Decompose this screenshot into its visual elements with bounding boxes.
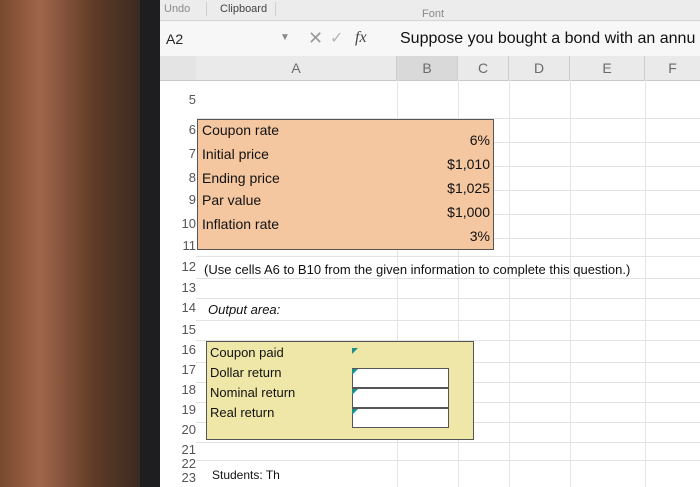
- row-header[interactable]: 7: [160, 146, 196, 161]
- input-label[interactable]: Coupon rate: [202, 122, 279, 138]
- input-value[interactable]: $1,010: [410, 156, 490, 172]
- column-header-e[interactable]: E: [570, 56, 645, 81]
- output-label[interactable]: Real return: [210, 405, 274, 420]
- row-header[interactable]: 21: [160, 442, 196, 457]
- column-header-f[interactable]: F: [645, 56, 700, 81]
- row-header[interactable]: 15: [160, 322, 196, 337]
- column-header-b[interactable]: B: [397, 56, 458, 81]
- input-label[interactable]: Inflation rate: [202, 216, 279, 232]
- row-header[interactable]: 19: [160, 402, 196, 417]
- output-label[interactable]: Dollar return: [210, 365, 282, 380]
- row-header[interactable]: 9: [160, 192, 196, 207]
- output-cell-nominal-return[interactable]: [352, 388, 449, 408]
- row-header[interactable]: 16: [160, 342, 196, 357]
- clipboard-group-label[interactable]: Clipboard: [220, 3, 267, 15]
- row-header[interactable]: 23: [160, 470, 196, 485]
- input-value[interactable]: 3%: [410, 228, 490, 244]
- ribbon-separator: [275, 2, 276, 16]
- output-area-title[interactable]: Output area:: [208, 302, 280, 317]
- column-header-a[interactable]: A: [196, 56, 397, 81]
- row-header[interactable]: 10: [160, 216, 196, 231]
- input-label[interactable]: Initial price: [202, 146, 269, 162]
- students-note[interactable]: Students: Th: [212, 468, 280, 482]
- input-value[interactable]: $1,025: [410, 180, 490, 196]
- input-value[interactable]: $1,000: [410, 204, 490, 220]
- row-header[interactable]: 18: [160, 382, 196, 397]
- spreadsheet-grid[interactable]: A B C D E F 5 6 7 8 9 10 11 12 13 14 15 …: [160, 56, 700, 487]
- formula-bar: A2 ▼ ✕ ✓ fx Suppose you bought a bond wi…: [160, 22, 700, 57]
- instruction-note[interactable]: (Use cells A6 to B10 from the given info…: [204, 262, 630, 277]
- gridline: [196, 460, 700, 461]
- cancel-icon[interactable]: ✕: [308, 28, 323, 49]
- row-header[interactable]: 14: [160, 300, 196, 315]
- comment-indicator-icon: [352, 369, 358, 375]
- output-label[interactable]: Coupon paid: [210, 345, 284, 360]
- output-label[interactable]: Nominal return: [210, 385, 295, 400]
- function-icon[interactable]: fx: [355, 29, 367, 47]
- ribbon-group-labels: Undo Clipboard Font: [160, 0, 700, 21]
- gridline: [196, 442, 700, 443]
- select-all-corner[interactable]: [160, 56, 197, 81]
- input-label[interactable]: Ending price: [202, 170, 280, 186]
- monitor-bezel: [140, 0, 162, 487]
- excel-window: Undo Clipboard Font A2 ▼ ✕ ✓ fx Suppose …: [160, 0, 700, 487]
- font-group-label[interactable]: Font: [422, 8, 444, 20]
- row-header[interactable]: 8: [160, 170, 196, 185]
- column-header-c[interactable]: C: [458, 56, 509, 81]
- ribbon-separator: [206, 2, 207, 16]
- enter-check-icon[interactable]: ✓: [330, 28, 343, 48]
- gridline: [196, 278, 700, 279]
- output-cell-real-return[interactable]: [352, 408, 449, 428]
- gridline: [196, 256, 700, 257]
- undo-group-label[interactable]: Undo: [164, 3, 190, 15]
- row-header[interactable]: 11: [160, 238, 197, 253]
- gridline: [196, 320, 700, 321]
- row-header[interactable]: 17: [160, 362, 196, 377]
- row-header[interactable]: 20: [160, 422, 196, 437]
- row-header[interactable]: 12: [160, 259, 196, 274]
- input-value[interactable]: 6%: [410, 132, 490, 148]
- row-header[interactable]: 13: [160, 280, 196, 295]
- row-header[interactable]: 22: [160, 456, 196, 471]
- formula-content[interactable]: Suppose you bought a bond with an annu: [400, 30, 695, 48]
- gridline: [196, 298, 700, 299]
- row-header[interactable]: 5: [160, 92, 196, 107]
- output-cell-dollar-return[interactable]: [352, 368, 449, 388]
- name-box[interactable]: A2: [162, 26, 296, 52]
- comment-indicator-icon: [352, 389, 358, 395]
- row-header[interactable]: 6: [160, 122, 196, 137]
- comment-indicator-icon: [352, 409, 358, 415]
- chevron-down-icon[interactable]: ▼: [280, 32, 290, 43]
- input-label[interactable]: Par value: [202, 192, 261, 208]
- comment-indicator-icon: [352, 348, 358, 354]
- column-header-d[interactable]: D: [509, 56, 570, 81]
